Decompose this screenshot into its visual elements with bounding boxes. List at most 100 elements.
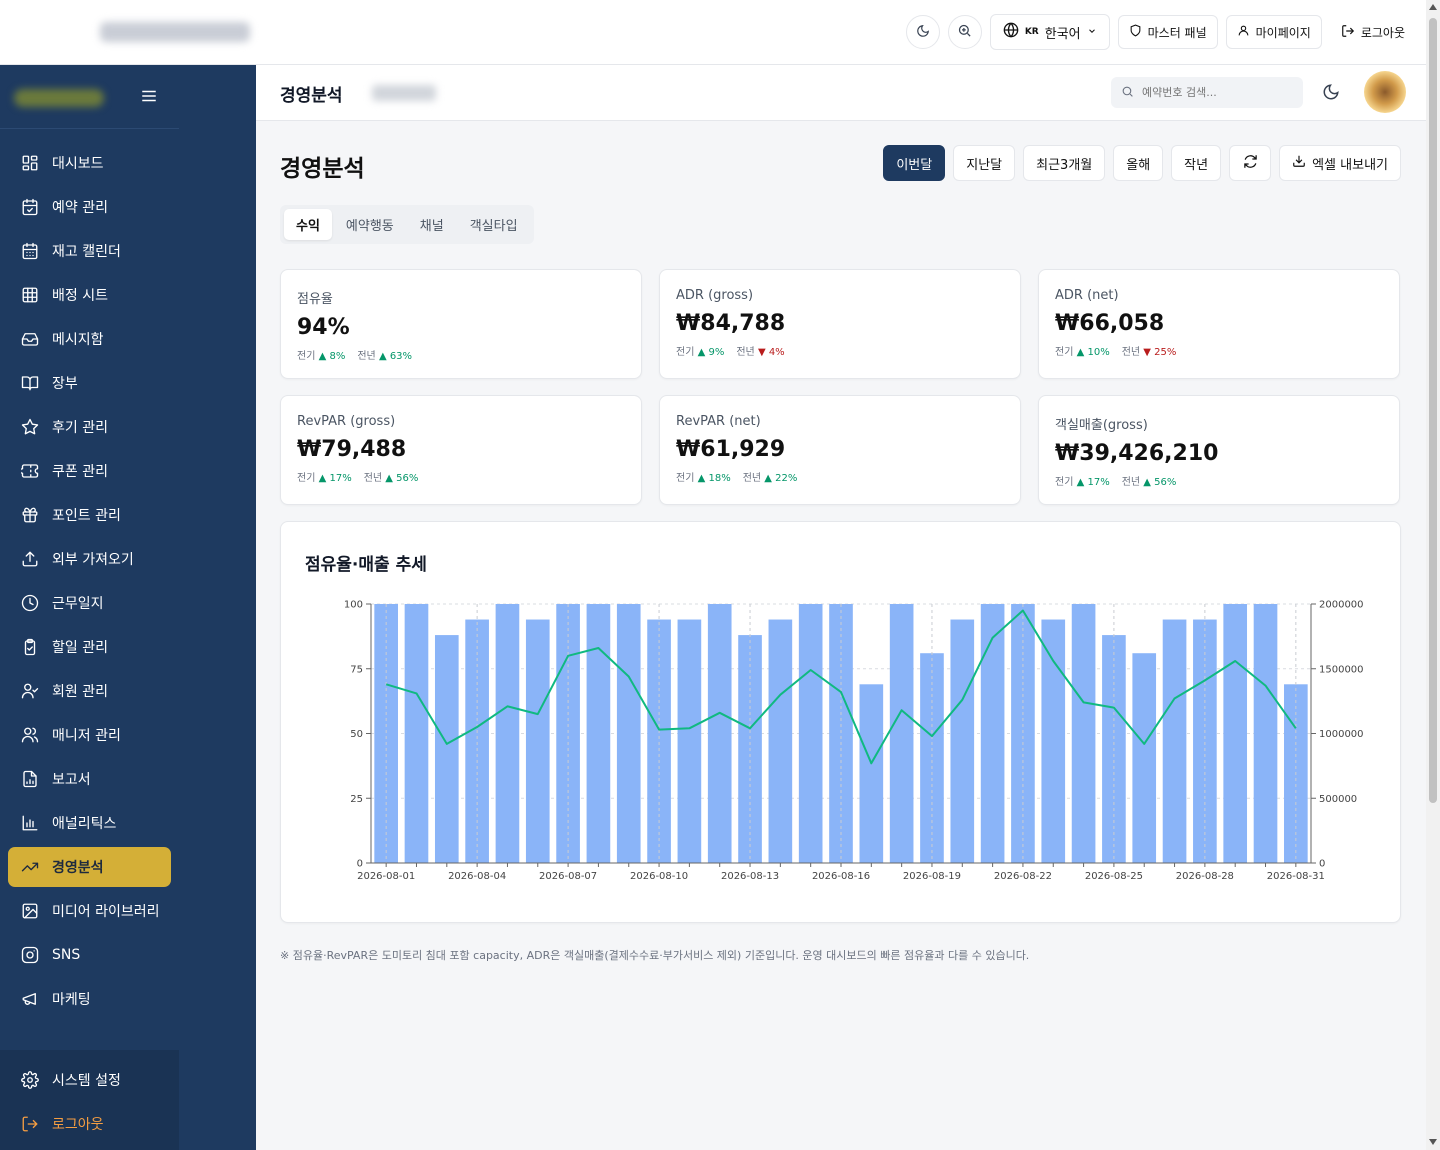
prev-period-label: 전기 (297, 473, 316, 484)
prev-period-value: 9% (708, 347, 725, 358)
avatar[interactable] (1364, 71, 1406, 113)
sidebar-item-9[interactable]: 포인트 관리 (8, 495, 248, 535)
sidebar-item-16[interactable]: 애널리틱스 (8, 803, 248, 843)
sidebar-item-17[interactable]: 경영분석 (8, 847, 171, 887)
period-button-last-month[interactable]: 지난달 (953, 145, 1016, 181)
sidebar-item-8[interactable]: 쿠폰 관리 (8, 451, 248, 491)
occupancy-bar (1253, 604, 1278, 863)
y-tick-label-right: 1000000 (1319, 729, 1364, 740)
sidebar-item-3[interactable]: 재고 캘린더 (8, 231, 248, 271)
kpi-comparison: 전기 ▲ 17% 전년 ▲ 56% (1055, 473, 1383, 488)
tab-booking-behavior[interactable]: 예약행동 (334, 209, 406, 240)
kpi-comparison: 전기 ▲ 9% 전년 ▼ 4% (676, 343, 1004, 358)
y-tick-label-left: 100 (344, 600, 363, 611)
sidebar-item-4[interactable]: 배정 시트 (8, 275, 248, 315)
x-tick-label: 2026-08-31 (1267, 871, 1325, 882)
moon-icon (916, 23, 930, 42)
sidebar-item-10[interactable]: 외부 가져오기 (8, 539, 248, 579)
kpi-card: RevPAR (gross) ₩79,488 전기 ▲ 17% 전년 ▲ 56% (280, 395, 642, 505)
master-panel-button[interactable]: 마스터 패널 (1117, 15, 1218, 49)
refresh-button[interactable] (1229, 145, 1272, 181)
grid-icon (20, 153, 40, 173)
occupancy-bar (525, 619, 550, 863)
period-button-this-year[interactable]: 올해 (1113, 145, 1164, 181)
x-tick-label: 2026-08-22 (994, 871, 1052, 882)
prev-year-value: 63% (389, 351, 413, 362)
header-title: 경영분석 (280, 86, 343, 106)
sidebar-item-12[interactable]: 할일 관리 (8, 627, 248, 667)
sidebar-item-1[interactable]: 대시보드 (8, 143, 248, 183)
prev-period-change: ▲ 10% (1076, 347, 1110, 358)
excel-export-button[interactable]: 엑셀 내보내기 (1279, 145, 1401, 181)
scrollbar[interactable] (1426, 0, 1440, 1150)
occupancy-bar (889, 604, 914, 863)
occupancy-bar (980, 604, 1005, 863)
x-tick-label: 2026-08-01 (357, 871, 415, 882)
globe-icon (1003, 22, 1019, 42)
sidebar-item-7[interactable]: 후기 관리 (8, 407, 248, 447)
kpi-card: 점유율 94% 전기 ▲ 8% 전년 ▲ 63% (280, 269, 642, 379)
scroll-up-arrow-icon[interactable] (1429, 4, 1437, 10)
content-header: 경영분석 (256, 65, 1426, 121)
search-input[interactable] (1142, 86, 1292, 99)
sidebar-item-settings[interactable]: 시스템 설정 (8, 1060, 171, 1100)
y-tick-label-right: 1500000 (1319, 664, 1364, 675)
analysis-tabs: 수익 예약행동 채널 객실타입 (280, 205, 534, 244)
prev-year-label: 전년 (1121, 347, 1141, 358)
tab-room-type[interactable]: 객실타입 (458, 209, 530, 240)
y-tick-label-left: 25 (350, 794, 363, 805)
zoom-in-icon (957, 23, 972, 42)
occupancy-bar (616, 604, 641, 863)
sidebar-item-11[interactable]: 근무일지 (8, 583, 248, 623)
sidebar-item-logout[interactable]: 로그아웃 (8, 1104, 171, 1144)
period-button-last-3-months[interactable]: 최근3개월 (1023, 145, 1106, 181)
prev-period-change: ▲ 18% (697, 473, 731, 484)
search-box[interactable] (1111, 77, 1303, 108)
dark-mode-toggle-button[interactable] (905, 15, 940, 49)
file-chart-icon (20, 769, 40, 789)
prev-period-change: ▲ 17% (1076, 477, 1110, 488)
period-button-last-year[interactable]: 작년 (1171, 145, 1222, 181)
kpi-card: ADR (gross) ₩84,788 전기 ▲ 9% 전년 ▼ 4% (659, 269, 1021, 379)
tab-revenue[interactable]: 수익 (284, 209, 332, 240)
prev-year-label: 전년 (1121, 477, 1141, 488)
logout-icon (1341, 24, 1355, 41)
sidebar-item-19[interactable]: SNS (8, 935, 248, 975)
sidebar-item-14[interactable]: 매니저 관리 (8, 715, 248, 755)
page-title: 경영분석 (280, 156, 365, 182)
kpi-label: RevPAR (gross) (297, 414, 396, 429)
prev-period-change: ▲ 8% (318, 351, 346, 362)
top-logout-button[interactable]: 로그아웃 (1329, 15, 1416, 49)
sidebar-item-20[interactable]: 마케팅 (8, 979, 248, 1019)
x-tick-label: 2026-08-10 (630, 871, 688, 882)
sidebar-item-13[interactable]: 회원 관리 (8, 671, 248, 711)
excel-export-label: 엑셀 내보내기 (1312, 157, 1388, 173)
sidebar-item-2[interactable]: 예약 관리 (8, 187, 248, 227)
gift-icon (20, 505, 40, 525)
period-button-this-month[interactable]: 이번달 (883, 145, 946, 181)
tab-channel[interactable]: 채널 (408, 209, 456, 240)
sidebar-item-15[interactable]: 보고서 (8, 759, 248, 799)
sidebar-item-label: 메시지함 (52, 332, 104, 348)
theme-toggle-icon[interactable] (1322, 83, 1340, 105)
prev-year-value: 4% (768, 347, 785, 358)
search-icon (1121, 83, 1134, 102)
scroll-down-arrow-icon[interactable] (1429, 1139, 1437, 1145)
prev-year-change: ▼ 4% (757, 347, 785, 358)
image-icon (20, 901, 40, 921)
prev-year-value: 25% (1154, 347, 1177, 358)
zoom-button[interactable] (947, 15, 982, 49)
mypage-button[interactable]: 마이페이지 (1225, 15, 1322, 49)
sidebar-item-6[interactable]: 장부 (8, 363, 248, 403)
sidebar-item-5[interactable]: 메시지함 (8, 319, 248, 359)
prev-period-change: ▲ 9% (697, 347, 725, 358)
top-actions: KR 한국어 마스터 패널 마이페이지 로그아웃 (905, 14, 1416, 50)
sidebar-item-18[interactable]: 미디어 라이브러리 (8, 891, 248, 931)
hamburger-menu-icon[interactable] (140, 87, 158, 105)
occupancy-bar (707, 604, 732, 863)
calendar-icon (20, 241, 40, 261)
sidebar-item-label: 할일 관리 (52, 640, 108, 656)
sidebar-item-label: 장부 (52, 376, 78, 392)
language-select[interactable]: KR 한국어 (989, 14, 1110, 50)
scroll-thumb[interactable] (1429, 18, 1437, 803)
